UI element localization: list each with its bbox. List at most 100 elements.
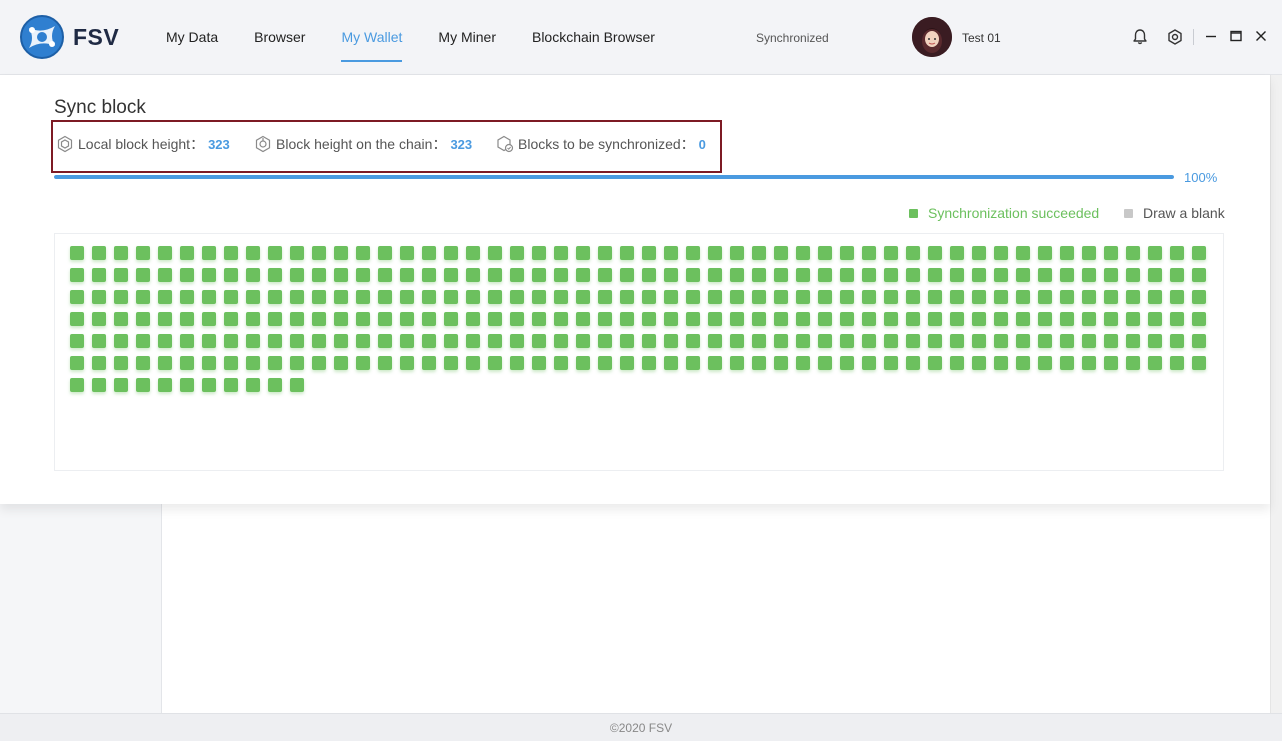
block-synced [444, 246, 458, 260]
block-synced [664, 290, 678, 304]
nav-blockchain-browser[interactable]: Blockchain Browser [514, 0, 673, 75]
block-synced [796, 246, 810, 260]
block-synced [1038, 312, 1052, 326]
close-icon[interactable] [1253, 28, 1269, 44]
block-synced [356, 356, 370, 370]
sync-progress-bar [54, 175, 1174, 179]
block-synced [290, 290, 304, 304]
block-synced [686, 246, 700, 260]
avatar[interactable] [912, 17, 952, 57]
block-synced [752, 334, 766, 348]
block-synced [906, 290, 920, 304]
settings-hex-icon[interactable] [1166, 28, 1184, 46]
main-nav: My Data Browser My Wallet My Miner Block… [148, 0, 673, 75]
minimize-icon[interactable] [1203, 28, 1219, 44]
block-synced [70, 268, 84, 282]
block-synced [1192, 334, 1206, 348]
block-synced [488, 334, 502, 348]
block-synced [1148, 356, 1162, 370]
block-synced [224, 268, 238, 282]
block-synced [202, 290, 216, 304]
block-synced [488, 246, 502, 260]
nav-my-wallet[interactable]: My Wallet [323, 0, 420, 75]
block-synced [664, 268, 678, 282]
block-synced [1038, 356, 1052, 370]
block-synced [554, 356, 568, 370]
block-synced [994, 356, 1008, 370]
block-synced [796, 312, 810, 326]
block-synced [554, 268, 568, 282]
block-synced [334, 334, 348, 348]
block-synced [312, 290, 326, 304]
block-synced [202, 246, 216, 260]
block-synced [378, 246, 392, 260]
block-synced [950, 312, 964, 326]
block-synced [708, 268, 722, 282]
pending-blocks-label: Blocks to be synchronized： [518, 136, 695, 152]
block-synced [246, 290, 260, 304]
block-synced [180, 378, 194, 392]
block-synced [334, 246, 348, 260]
block-synced [356, 246, 370, 260]
block-grid-container [54, 233, 1224, 471]
block-synced [862, 290, 876, 304]
block-synced [554, 334, 568, 348]
block-synced [884, 334, 898, 348]
block-synced [906, 268, 920, 282]
block-synced [752, 246, 766, 260]
block-synced [158, 378, 172, 392]
block-synced [928, 356, 942, 370]
fsv-logo-icon [20, 15, 64, 59]
block-synced [598, 356, 612, 370]
block-synced [1082, 312, 1096, 326]
block-synced [444, 334, 458, 348]
sync-status-text: Synchronized [756, 31, 829, 45]
block-synced [136, 334, 150, 348]
block-synced [1104, 246, 1118, 260]
maximize-icon[interactable] [1228, 28, 1244, 44]
local-height-value: 323 [208, 136, 230, 152]
block-synced [862, 268, 876, 282]
block-synced [642, 312, 656, 326]
scrollbar[interactable] [1270, 75, 1282, 713]
block-synced [972, 312, 986, 326]
block-synced [862, 334, 876, 348]
block-synced [576, 334, 590, 348]
block-synced [818, 290, 832, 304]
block-synced [576, 268, 590, 282]
block-synced [400, 290, 414, 304]
block-synced [1148, 312, 1162, 326]
legend-success-swatch [909, 208, 918, 218]
block-synced [796, 268, 810, 282]
block-synced [928, 268, 942, 282]
block-synced [510, 268, 524, 282]
block-synced [92, 290, 106, 304]
block-synced [202, 356, 216, 370]
block-synced [180, 246, 194, 260]
block-synced [708, 334, 722, 348]
footer: ©2020 FSV [0, 713, 1282, 741]
nav-my-miner[interactable]: My Miner [420, 0, 514, 75]
block-synced [70, 246, 84, 260]
block-synced [1082, 268, 1096, 282]
block-synced [1060, 268, 1074, 282]
block-synced [686, 268, 700, 282]
block-synced [114, 356, 128, 370]
bell-icon[interactable] [1131, 28, 1149, 46]
block-synced [1104, 290, 1118, 304]
nav-my-data[interactable]: My Data [148, 0, 236, 75]
block-synced [422, 356, 436, 370]
block-synced [708, 290, 722, 304]
block-synced [378, 312, 392, 326]
block-synced [730, 290, 744, 304]
block-synced [1148, 268, 1162, 282]
chain-height-value: 323 [450, 136, 473, 152]
nav-browser[interactable]: Browser [236, 0, 323, 75]
block-synced [1016, 268, 1030, 282]
block-synced [642, 334, 656, 348]
block-synced [818, 312, 832, 326]
block-synced [972, 290, 986, 304]
block-synced [246, 246, 260, 260]
block-synced [224, 334, 238, 348]
block-synced [1126, 290, 1140, 304]
